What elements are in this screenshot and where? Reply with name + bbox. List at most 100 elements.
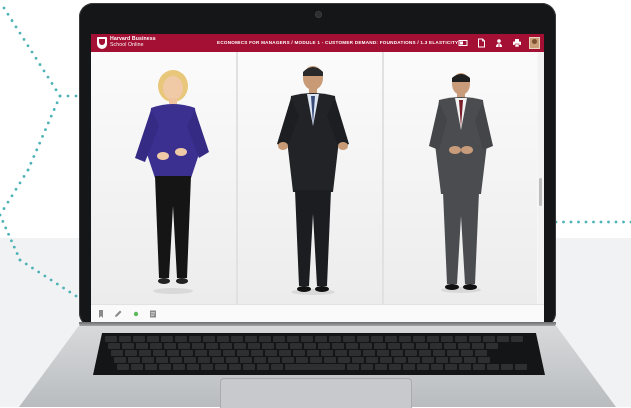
keyboard-key [131, 364, 143, 370]
keyboard-key [394, 357, 406, 363]
keyboard-key [349, 350, 361, 356]
keyboard-key [371, 336, 383, 342]
keyboard-key [220, 343, 232, 349]
keyboard-key [251, 350, 263, 356]
keyboard-key [290, 343, 302, 349]
keyboard-key [198, 357, 210, 363]
keyboard-key [473, 364, 485, 370]
keyboard-key [206, 343, 218, 349]
keyboard-key [117, 364, 129, 370]
keyboard-key [209, 350, 221, 356]
keyboard-key [105, 336, 117, 342]
keyboard-row [117, 364, 527, 370]
keyboard-key [164, 343, 176, 349]
document-icon[interactable] [476, 38, 486, 48]
keyboard-key [189, 336, 201, 342]
keyboard-key [243, 364, 255, 370]
keyboard-key [403, 364, 415, 370]
keyboard-key [515, 364, 527, 370]
keyboard-key [142, 357, 154, 363]
keyboard-key [357, 336, 369, 342]
keyboard-key [374, 343, 386, 349]
keyboard-row [114, 357, 490, 363]
keyboard-key [422, 357, 434, 363]
keyboard-key [245, 336, 257, 342]
keyboard-key [156, 357, 168, 363]
keyboard-key [501, 364, 513, 370]
keyboard-key [363, 350, 375, 356]
laptop-lid: Harvard Business School Online ECONOMICS… [79, 3, 556, 327]
keyboard-key [285, 364, 345, 370]
keyboard-key [408, 357, 420, 363]
keyboard-key [475, 350, 487, 356]
keyboard-key [430, 343, 442, 349]
notes-icon[interactable] [148, 309, 158, 319]
keyboard-key [458, 343, 470, 349]
keyboard-key [413, 336, 425, 342]
keyboard-key [273, 336, 285, 342]
keyboard-key [268, 357, 280, 363]
hbs-shield-icon[interactable] [97, 37, 107, 49]
keyboard-key [464, 357, 476, 363]
keyboard-key [136, 343, 148, 349]
keyboard-key [377, 350, 389, 356]
pencil-icon[interactable] [113, 309, 123, 319]
keyboard-key [417, 364, 429, 370]
video-layout-icon[interactable] [458, 38, 468, 48]
keyboard-key [223, 350, 235, 356]
keyboard-key [231, 336, 243, 342]
keyboard-key [153, 350, 165, 356]
keyboard-key [201, 364, 213, 370]
keyboard-key [388, 343, 400, 349]
keyboard-key [108, 343, 120, 349]
keyboard-key [265, 350, 277, 356]
video-player[interactable] [91, 52, 544, 304]
app-header: Harvard Business School Online ECONOMICS… [91, 34, 544, 52]
person-upload-icon[interactable] [494, 38, 504, 48]
video-scrollbar[interactable] [538, 52, 544, 304]
keyboard-key [497, 336, 509, 342]
keyboard-key [352, 357, 364, 363]
keyboard-key [257, 364, 269, 370]
keyboard-key [335, 350, 347, 356]
keyboard-key [119, 336, 131, 342]
keyboard-key [282, 357, 294, 363]
keyboard-key [217, 336, 229, 342]
keyboard-key [161, 336, 173, 342]
keyboard-key [402, 343, 414, 349]
trackpad [220, 378, 412, 408]
presenter-left [129, 66, 213, 298]
hbs-logo-text[interactable]: Harvard Business School Online [110, 36, 156, 48]
keyboard-key [307, 350, 319, 356]
keyboard-key [346, 343, 358, 349]
keyboard-key [441, 336, 453, 342]
print-icon[interactable] [512, 38, 522, 48]
keyboard-key [254, 357, 266, 363]
keyboard-row [105, 336, 523, 342]
keyboard-key [175, 336, 187, 342]
bookmark-icon[interactable] [96, 309, 106, 319]
keyboard-key [431, 364, 443, 370]
keyboard-key [147, 336, 159, 342]
keyboard-key [455, 336, 467, 342]
keyboard-key [324, 357, 336, 363]
keyboard-key [389, 364, 401, 370]
breadcrumb: ECONOMICS FOR MANAGERS / MODULE 1 - CUST… [217, 40, 459, 45]
keyboard-key [170, 357, 182, 363]
keyboard-key [181, 350, 193, 356]
keyboard-key [178, 343, 190, 349]
keyboard-key [145, 364, 157, 370]
scrollbar-thumb[interactable] [539, 178, 542, 206]
keyboard-row [108, 343, 498, 349]
keyboard-key [487, 364, 499, 370]
keyboard-key [380, 357, 392, 363]
keyboard-key [122, 343, 134, 349]
keyboard-key [150, 343, 162, 349]
status-dot-icon[interactable] [131, 309, 141, 319]
keyboard-key [139, 350, 151, 356]
keyboard-key [332, 343, 344, 349]
keyboard-key [287, 336, 299, 342]
keyboard-key [293, 350, 305, 356]
keyboard-key [315, 336, 327, 342]
user-avatar[interactable] [529, 37, 540, 49]
